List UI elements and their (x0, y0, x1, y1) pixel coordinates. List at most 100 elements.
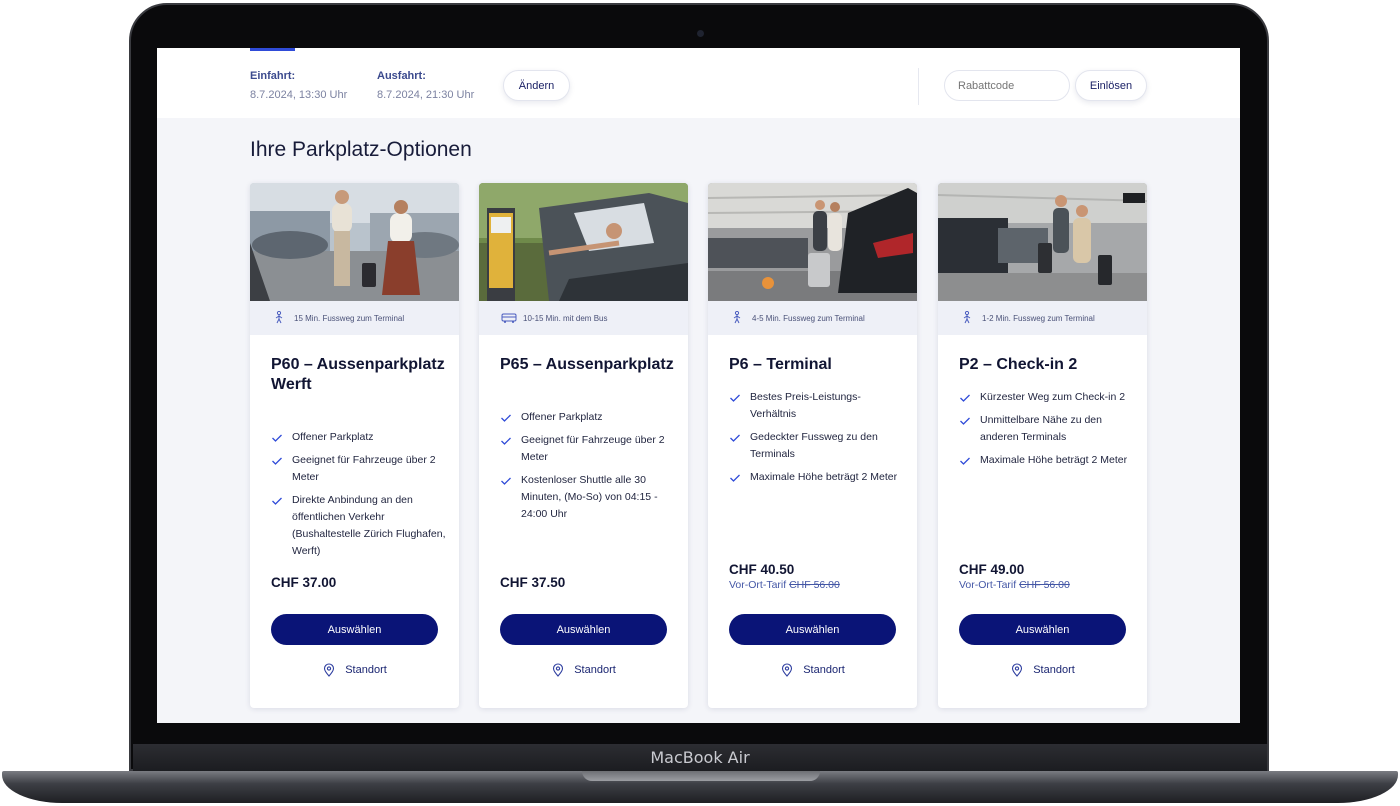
walking-person-icon (960, 310, 974, 325)
feature-list: Kürzester Weg zum Check-in 2 Unmittelbar… (959, 389, 1134, 475)
card-title: P60 – Aussenparkplatz Werft (271, 356, 445, 393)
list-item: Direkte Anbindung an den öffentlichen Ve… (271, 492, 446, 560)
list-item: Kürzester Weg zum Check-in 2 (959, 389, 1134, 406)
select-button[interactable]: Auswählen (729, 614, 896, 645)
feature-text: Gedeckter Fussweg zu den Terminals (750, 431, 878, 460)
location-label: Standort (345, 664, 387, 676)
travel-time-info: 15 Min. Fussweg zum Terminal (250, 301, 459, 335)
onsite-rate-label: Vor-Ort-Tarif (959, 579, 1017, 591)
feature-text: Maximale Höhe beträgt 2 Meter (980, 454, 1128, 466)
feature-text: Kürzester Weg zum Check-in 2 (980, 391, 1126, 403)
feature-text: Direkte Anbindung an den öffentlichen Ve… (292, 494, 446, 557)
checkmark-icon (271, 431, 283, 443)
onsite-rate-price: CHF 56.00 (1019, 579, 1070, 591)
list-item: Kostenloser Shuttle alle 30 Minuten, (Mo… (500, 472, 675, 523)
change-dates-button[interactable]: Ändern (503, 70, 570, 101)
location-label: Standort (574, 664, 616, 676)
checkmark-icon (500, 434, 512, 446)
feature-text: Unmittelbare Nähe zu den anderen Termina… (980, 414, 1102, 443)
exit-date: Ausfahrt: 8.7.2024, 21:30 Uhr (377, 70, 474, 101)
entry-date: Einfahrt: 8.7.2024, 13:30 Uhr (250, 70, 347, 101)
list-item: Gedeckter Fussweg zu den Terminals (729, 429, 904, 463)
coupon-input[interactable] (944, 70, 1070, 101)
onsite-rate-price: CHF 56.00 (789, 579, 840, 591)
feature-text: Offener Parkplatz (292, 431, 374, 443)
feature-text: Kostenloser Shuttle alle 30 Minuten, (Mo… (521, 474, 658, 520)
list-item: Bestes Preis-Leistungs-Verhältnis (729, 389, 904, 423)
onsite-rate: Vor-Ort-Tarif CHF 56.00 (959, 579, 1070, 591)
feature-list: Offener Parkplatz Geeignet für Fahrzeuge… (271, 429, 446, 566)
select-button[interactable]: Auswählen (271, 614, 438, 645)
location-link[interactable]: Standort (250, 663, 459, 677)
travel-time-text: 10-15 Min. mit dem Bus (523, 313, 608, 323)
checkmark-icon (959, 391, 971, 403)
card-title: P6 – Terminal (729, 356, 832, 373)
travel-time-info: 10-15 Min. mit dem Bus (479, 301, 688, 335)
select-button[interactable]: Auswählen (959, 614, 1126, 645)
checkmark-icon (729, 471, 741, 483)
list-item: Unmittelbare Nähe zu den anderen Termina… (959, 412, 1134, 446)
price: CHF 49.00 (959, 562, 1025, 577)
walking-person-icon (272, 310, 286, 325)
list-item: Offener Parkplatz (271, 429, 446, 446)
travel-time-info: 4-5 Min. Fussweg zum Terminal (708, 301, 917, 335)
list-item: Maximale Höhe beträgt 2 Meter (729, 469, 904, 486)
checkmark-icon (729, 391, 741, 403)
feature-text: Maximale Höhe beträgt 2 Meter (750, 471, 898, 483)
walking-person-icon (730, 310, 744, 325)
travel-time-text: 15 Min. Fussweg zum Terminal (294, 313, 405, 323)
price: CHF 40.50 (729, 562, 795, 577)
parking-photo-p65 (479, 183, 688, 301)
location-label: Standort (1033, 664, 1075, 676)
onsite-rate: Vor-Ort-Tarif CHF 56.00 (729, 579, 840, 591)
parking-option-card: 15 Min. Fussweg zum Terminal P60 – Ausse… (250, 183, 459, 708)
list-item: Geeignet für Fahrzeuge über 2 Meter (271, 452, 446, 486)
laptop-notch (582, 771, 820, 781)
list-item: Geeignet für Fahrzeuge über 2 Meter (500, 432, 675, 466)
map-pin-icon (1010, 663, 1024, 677)
travel-time-text: 1-2 Min. Fussweg zum Terminal (982, 313, 1095, 323)
location-label: Standort (803, 664, 845, 676)
feature-text: Geeignet für Fahrzeuge über 2 Meter (292, 454, 436, 483)
camera-icon (697, 30, 704, 37)
price: CHF 37.50 (500, 575, 566, 590)
location-link[interactable]: Standort (708, 663, 917, 677)
checkmark-icon (729, 431, 741, 443)
feature-list: Offener Parkplatz Geeignet für Fahrzeuge… (500, 409, 675, 529)
entry-value: 8.7.2024, 13:30 Uhr (250, 89, 348, 101)
travel-time-info: 1-2 Min. Fussweg zum Terminal (938, 301, 1147, 335)
exit-value: 8.7.2024, 21:30 Uhr (377, 89, 475, 101)
feature-text: Offener Parkplatz (521, 411, 603, 423)
location-link[interactable]: Standort (938, 663, 1147, 677)
device-label: MacBook Air (650, 748, 750, 767)
map-pin-icon (322, 663, 336, 677)
checkmark-icon (500, 411, 512, 423)
list-item: Offener Parkplatz (500, 409, 675, 426)
checkmark-icon (271, 454, 283, 466)
checkmark-icon (271, 494, 283, 506)
card-title: P2 – Check-in 2 (959, 356, 1078, 373)
checkmark-icon (959, 454, 971, 466)
feature-text: Bestes Preis-Leistungs-Verhältnis (750, 391, 861, 420)
checkmark-icon (500, 474, 512, 486)
map-pin-icon (551, 663, 565, 677)
bus-icon (501, 311, 517, 325)
parking-photo-p2 (938, 183, 1147, 301)
exit-label: Ausfahrt: (377, 70, 426, 82)
active-step-indicator (250, 48, 295, 51)
feature-list: Bestes Preis-Leistungs-Verhältnis Gedeck… (729, 389, 904, 492)
browser-viewport: Einfahrt: 8.7.2024, 13:30 Uhr Ausfahrt: … (157, 48, 1240, 723)
entry-label: Einfahrt: (250, 70, 296, 82)
feature-text: Geeignet für Fahrzeuge über 2 Meter (521, 434, 665, 463)
parking-photo-p6 (708, 183, 917, 301)
travel-time-text: 4-5 Min. Fussweg zum Terminal (752, 313, 865, 323)
redeem-coupon-button[interactable]: Einlösen (1075, 70, 1147, 101)
select-button[interactable]: Auswählen (500, 614, 667, 645)
header-divider (918, 68, 919, 105)
price: CHF 37.00 (271, 575, 337, 590)
parking-option-card: 10-15 Min. mit dem Bus P65 – Aussenparkp… (479, 183, 688, 708)
location-link[interactable]: Standort (479, 663, 688, 677)
parking-photo-p60 (250, 183, 459, 301)
page-title: Ihre Parkplatz-Optionen (250, 138, 472, 161)
booking-summary-bar: Einfahrt: 8.7.2024, 13:30 Uhr Ausfahrt: … (157, 48, 1240, 118)
